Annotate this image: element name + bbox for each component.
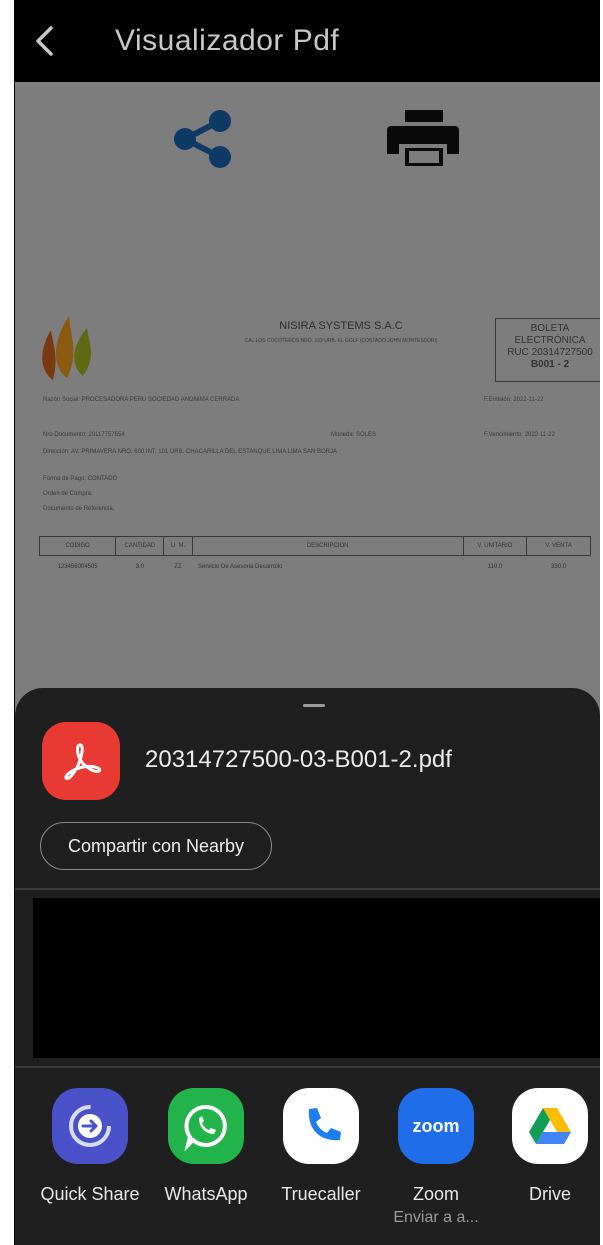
company-address: CAL.LOS COCOTEROS NRO. 163 URB. EL GOLF … [244,338,438,344]
orden-compra: Orden de Compra: [43,491,93,497]
left-margin [0,0,15,1245]
shared-file-name: 20314727500-03-B001-2.pdf [145,746,452,773]
app-label: Zoom [412,1184,459,1204]
share-app-row: Quick Share WhatsApp Truecaller zoom Zoo… [15,1084,600,1244]
share-target-truecaller[interactable]: Truecaller [264,1084,378,1205]
razon-social: Razón Social: PROCESADORA PERU SOCIEDAD … [43,397,240,403]
nro-documento: Nro Documento: 20117757554 [43,432,125,438]
acrobat-icon [64,743,102,781]
print-button[interactable] [387,108,459,168]
share-nearby-button[interactable]: Compartir con Nearby [40,822,272,870]
col-descripcion: DESCRIPCION [191,536,464,556]
boleta-ruc: RUC 20314727500 [507,347,593,358]
col-v-unitario: V. UNITARIO [462,536,528,556]
company-header: NISIRA SYSTEMS S.A.C CAL.LOS COCOTEROS N… [201,320,481,344]
boleta-box: BOLETA ELECTRÓNICA RUC 20314727500 B001 … [495,318,600,382]
col-codigo: CODIGO [38,536,117,556]
direct-share-area [33,898,600,1058]
table-header-row: CODIGO CANTIDAD U. M. DESCRIPCION V. UNI… [38,536,591,556]
moneda: Moneda: SOLES [331,432,377,438]
app-label: Quick Share [40,1184,140,1204]
pdf-file-icon [42,722,120,800]
printer-icon [387,110,459,166]
app-label: Truecaller [281,1184,361,1204]
boleta-title: BOLETA [530,323,570,334]
share-button[interactable] [167,108,239,168]
divider [15,888,600,890]
pdf-page: NISIRA SYSTEMS S.A.C CAL.LOS COCOTEROS N… [31,300,600,640]
share-target-zoom[interactable]: zoom Zoom Enviar a a... [379,1084,493,1227]
boleta-number: B001 - 2 [530,359,570,370]
share-target-whatsapp[interactable]: WhatsApp [149,1084,263,1205]
sheet-drag-handle[interactable] [303,704,325,707]
cell-cantidad: 3.0 [135,564,144,570]
back-arrow-icon [36,26,53,56]
boleta-subtitle: ELECTRÓNICA [514,335,586,346]
forma-pago: Forma de Pago: CONTADO [43,476,118,482]
share-icon [174,110,231,168]
col-v-venta: V. VENTA [526,536,591,556]
documento-referencia: Documento de Referencia: [43,506,115,512]
cell-descripcion: Servicio De Asesoria Desarrollo [198,564,283,570]
app-label: WhatsApp [164,1184,248,1204]
page-title: Visualizador Pdf [115,24,340,57]
zoom-icon-text: zoom [412,1115,460,1136]
share-target-drive[interactable]: Drive [493,1084,600,1205]
cell-um: ZZ [174,564,182,570]
back-button[interactable] [15,0,75,82]
cell-v-venta: 330.0 [551,564,567,570]
items-table: CODIGO CANTIDAD U. M. DESCRIPCION V. UNI… [38,536,591,579]
company-name: NISIRA SYSTEMS S.A.C [279,320,403,332]
share-sheet: 20314727500-03-B001-2.pdf Compartir con … [15,688,600,1245]
drive-icon [512,1088,588,1164]
fecha-emision: F.Emisión: 2022-11-22 [484,397,544,403]
col-um: U. M. [163,536,193,556]
pdf-viewer-app: Visualizador Pdf NISIRA SYSTEMS S.A.C CA… [15,0,600,1245]
phone-icon [283,1088,359,1164]
table-row: 123456004505 3.0 ZZ Servicio De Asesoria… [40,556,591,579]
share-target-quick-share[interactable]: Quick Share [33,1084,147,1205]
app-bar: Visualizador Pdf [15,0,600,82]
divider [15,1066,600,1068]
quick-share-icon [52,1088,128,1164]
cell-codigo: 123456004505 [57,564,98,570]
whatsapp-icon [168,1088,244,1164]
fecha-vencimiento: F.Vencimiento: 2022-11-22 [484,432,555,438]
direccion: Dirección: AV. PRIMAVERA NRO. 600 INT. 1… [43,449,337,455]
cell-v-unitario: 110.0 [487,564,503,570]
col-cantidad: CANTIDAD [115,536,165,556]
app-label: Drive [528,1184,571,1204]
viewer-toolbar [15,100,600,170]
company-logo [39,310,103,380]
zoom-icon: zoom [398,1088,474,1164]
app-sublabel: Enviar a a... [393,1209,479,1226]
